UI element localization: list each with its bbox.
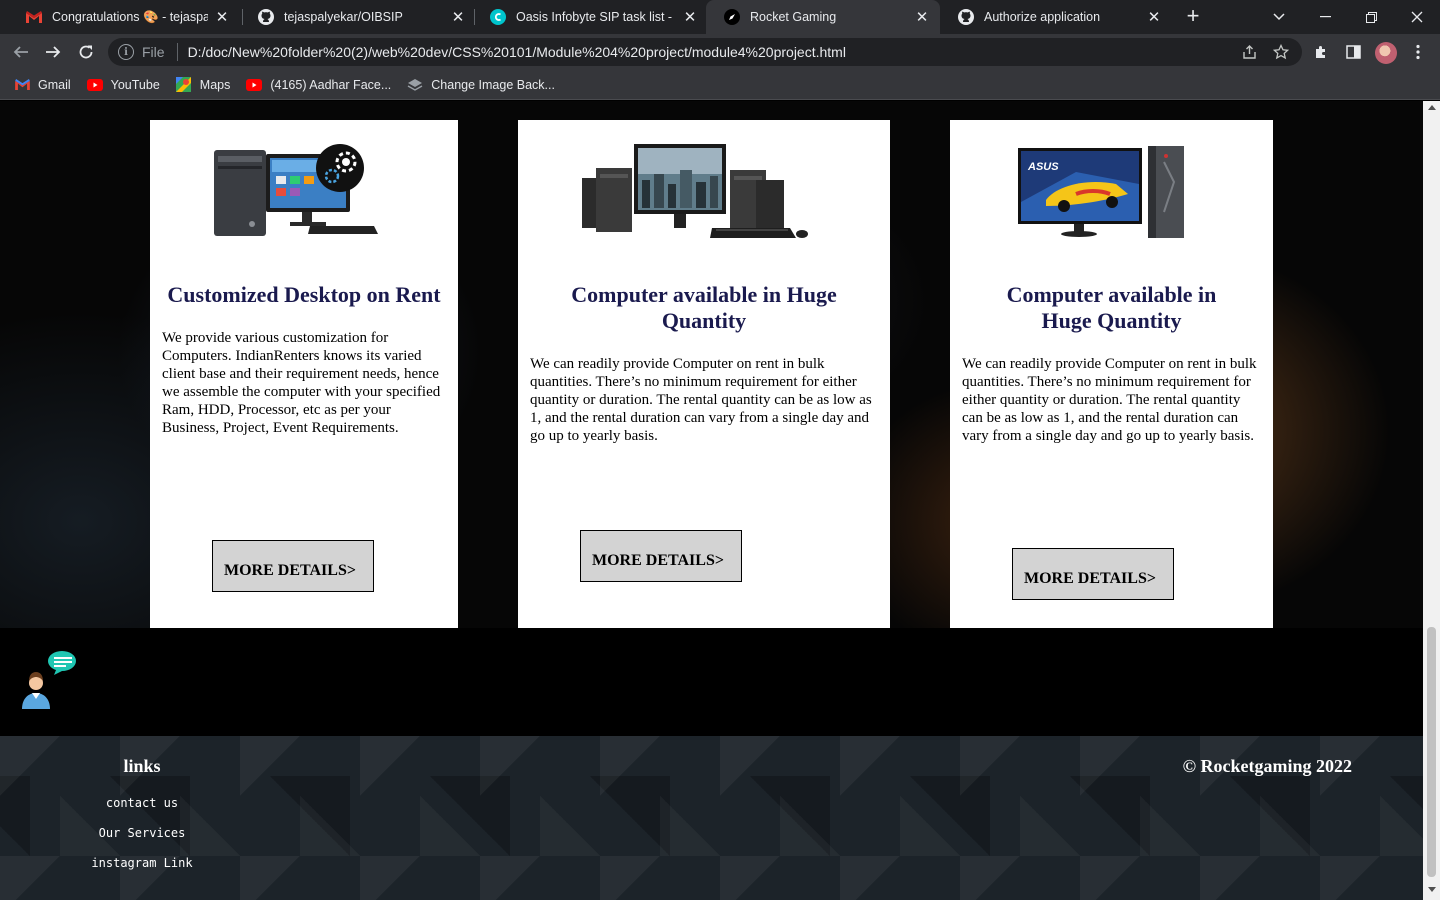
site-footer: links contact us Our Services instagram …: [0, 736, 1423, 900]
arrow-right-icon: [46, 46, 61, 58]
share-icon[interactable]: [1236, 38, 1262, 66]
card-description: We can readily provide Computer on rent …: [530, 356, 872, 444]
asus-gaming-pc-image: ASUS: [1016, 142, 1188, 242]
chatbot-icon[interactable]: [20, 649, 82, 711]
service-card-customized-desktop: Customized Desktop on Rent We provide va…: [150, 120, 458, 628]
browser-toolbar: i File D:/doc/New%20folder%20(2)/web%20d…: [0, 34, 1440, 70]
youtube-icon: [86, 77, 103, 93]
content-bottom-band: [0, 628, 1423, 736]
reload-button[interactable]: [73, 39, 99, 65]
tab-authorize-application[interactable]: Authorize application ✕: [940, 0, 1172, 34]
tab-oasis-infobyte[interactable]: Oasis Infobyte SIP task list - Pre ✕: [472, 0, 708, 34]
forward-button[interactable]: [40, 39, 66, 65]
bookmark-label: (4165) Aadhar Face...: [270, 77, 392, 92]
github-icon: [258, 9, 274, 25]
side-panel-icon: [1345, 45, 1361, 59]
tab-label: Authorize application: [984, 10, 1101, 24]
bookmark-label: Gmail: [38, 77, 71, 92]
star-icon[interactable]: [1268, 38, 1294, 66]
bookmark-youtube[interactable]: YouTube: [86, 77, 160, 93]
bookmark-gmail[interactable]: Gmail: [14, 77, 71, 93]
minimize-icon: [1319, 16, 1331, 18]
side-panel-button[interactable]: [1340, 39, 1366, 65]
extensions-button[interactable]: [1308, 39, 1334, 65]
layers-icon: [407, 77, 423, 93]
reload-icon: [79, 45, 93, 59]
url-scheme: File: [142, 44, 165, 60]
more-details-button[interactable]: MORE DETAILS>: [1012, 548, 1174, 600]
close-icon[interactable]: ✕: [450, 8, 466, 26]
divider: [176, 43, 178, 61]
address-bar[interactable]: i File D:/doc/New%20folder%20(2)/web%20d…: [108, 38, 1302, 66]
close-icon[interactable]: ✕: [682, 8, 698, 26]
workstation-computers-image: [580, 140, 810, 242]
arrow-left-icon: [13, 46, 28, 58]
close-window-button[interactable]: [1394, 0, 1440, 34]
service-card-huge-quantity: Computer available in Huge Quantity We c…: [518, 120, 890, 628]
tab-label: Congratulations 🎨 - tejaspalye: [52, 9, 208, 24]
more-details-button[interactable]: MORE DETAILS>: [212, 540, 374, 592]
gmail-icon: [26, 9, 42, 25]
gmail-icon: [14, 77, 30, 93]
close-icon[interactable]: ✕: [914, 8, 930, 26]
github-icon: [958, 9, 974, 25]
bookmark-change-image-background[interactable]: Change Image Back...: [407, 77, 555, 93]
youtube-icon: [246, 77, 263, 93]
scroll-down-arrow-icon[interactable]: [1428, 887, 1436, 892]
rocket-icon: [724, 9, 740, 25]
card-title: Computer available in Huge Quantity: [571, 282, 837, 333]
card-description: We can readily provide Computer on rent …: [962, 356, 1257, 444]
bookmark-maps[interactable]: Maps: [176, 77, 231, 93]
menu-button[interactable]: [1405, 39, 1431, 65]
card-title: Computer available in Huge Quantity: [1006, 282, 1217, 333]
close-icon: [1411, 11, 1423, 23]
info-icon[interactable]: i: [118, 44, 134, 60]
restore-button[interactable]: [1348, 0, 1394, 34]
asus-logo-text: ASUS: [1027, 161, 1059, 173]
tab-label: Oasis Infobyte SIP task list - Pre: [516, 10, 676, 24]
footer-link-our-services[interactable]: Our Services: [0, 826, 284, 840]
footer-link-contact-us[interactable]: contact us: [0, 796, 284, 810]
tab-github-oibsip[interactable]: tejaspalyekar/OIBSIP ✕: [240, 0, 476, 34]
maps-icon: [176, 77, 192, 93]
desktop-with-gear-image: [210, 142, 380, 242]
profile-avatar[interactable]: [1375, 42, 1397, 64]
restore-icon: [1365, 11, 1377, 23]
bookmark-label: YouTube: [110, 77, 160, 92]
page-viewport: Customized Desktop on Rent We provide va…: [0, 101, 1440, 900]
bookmark-aadhar-face[interactable]: (4165) Aadhar Face...: [246, 77, 391, 93]
new-tab-button[interactable]: +: [1180, 4, 1206, 30]
footer-copyright: © Rocketgaming 2022: [1182, 756, 1352, 776]
page-scrollbar[interactable]: [1423, 101, 1440, 900]
tab-search-button[interactable]: [1256, 0, 1302, 34]
back-button[interactable]: [8, 39, 34, 65]
kebab-menu-icon: [1416, 44, 1420, 60]
service-card-huge-quantity-gaming: ASUS Computer available in Huge Quantity…: [950, 120, 1273, 628]
tab-label: tejaspalyekar/OIBSIP: [284, 10, 403, 24]
scrollbar-thumb[interactable]: [1427, 627, 1436, 877]
card-title: Customized Desktop on Rent: [167, 282, 441, 307]
tab-gmail[interactable]: Congratulations 🎨 - tejaspalye ✕: [8, 0, 240, 34]
puzzle-icon: [1316, 46, 1325, 58]
bookmark-label: Change Image Back...: [431, 77, 555, 92]
close-icon[interactable]: ✕: [214, 8, 230, 26]
bookmark-label: Maps: [199, 77, 231, 92]
scroll-up-arrow-icon[interactable]: [1428, 105, 1436, 110]
canva-icon: [490, 9, 506, 25]
tab-label: Rocket Gaming: [750, 10, 837, 24]
footer-link-instagram[interactable]: instagram Link: [0, 856, 284, 870]
chevron-down-icon: [1273, 13, 1285, 21]
bookmarks-bar: Gmail YouTube Maps (4165) Aadhar Face...…: [0, 70, 1440, 100]
tab-strip: Congratulations 🎨 - tejaspalye ✕ tejaspa…: [0, 0, 1440, 34]
url-text: D:/doc/New%20folder%20(2)/web%20dev/CSS%…: [187, 44, 846, 60]
minimize-button[interactable]: [1302, 0, 1348, 34]
card-description: We provide various customization for Com…: [162, 330, 441, 436]
footer-links-title: links: [123, 756, 161, 776]
close-icon[interactable]: ✕: [1146, 8, 1162, 26]
more-details-button[interactable]: MORE DETAILS>: [580, 530, 742, 582]
tab-rocket-gaming[interactable]: Rocket Gaming ✕: [706, 0, 940, 34]
